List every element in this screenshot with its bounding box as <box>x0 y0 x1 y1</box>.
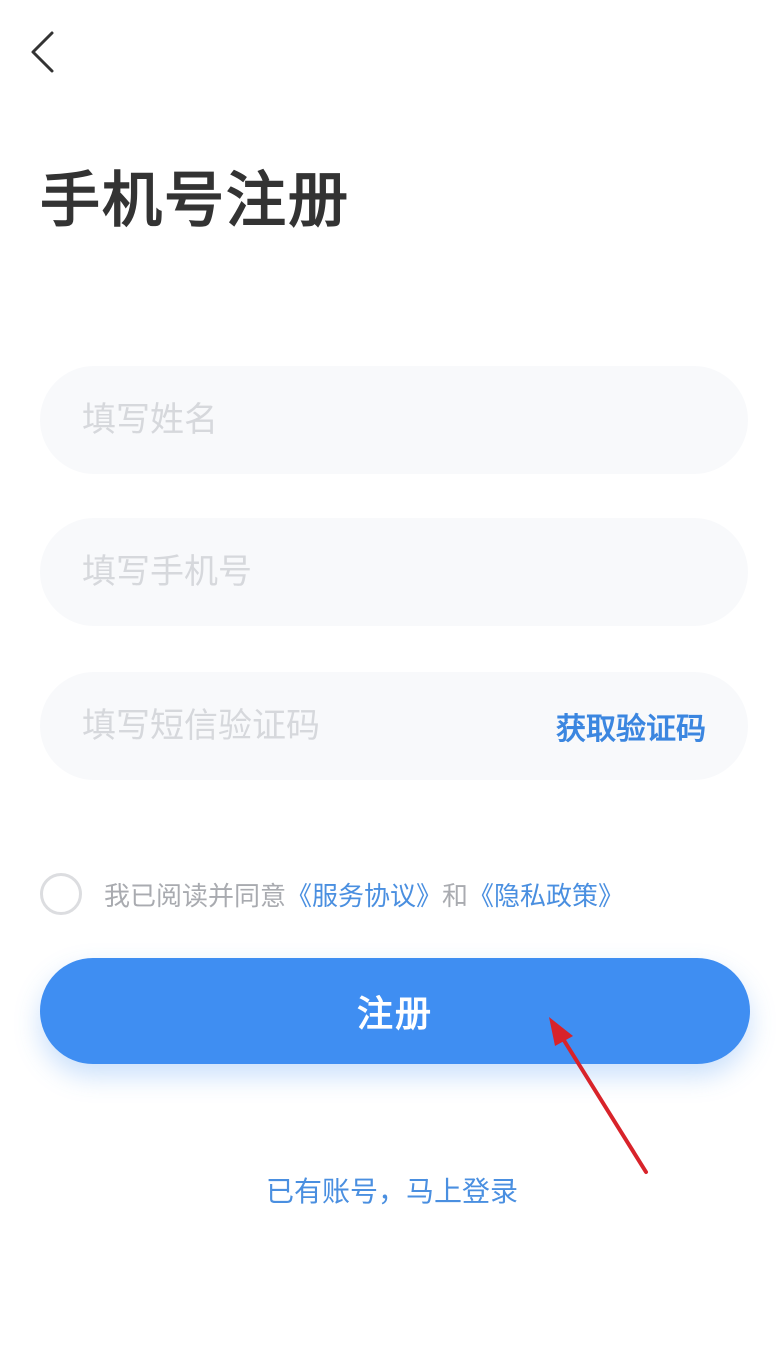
phone-input[interactable] <box>82 552 706 592</box>
page-title: 手机号注册 <box>40 166 350 236</box>
phone-field <box>40 518 748 626</box>
back-button[interactable] <box>18 24 66 80</box>
agreement-text: 我已阅读并同意 <box>104 881 287 912</box>
chevron-left-icon <box>31 31 54 73</box>
get-code-button[interactable]: 获取验证码 <box>556 704 706 748</box>
name-input[interactable] <box>82 400 706 440</box>
register-page: 手机号注册 获取验证码 我已阅读并同意 《服务协议》 和 《隐私政策》 注册 已… <box>0 0 784 1351</box>
register-button[interactable]: 注册 <box>40 958 750 1064</box>
agreement-conjunction: 和 <box>442 881 469 912</box>
privacy-policy-link[interactable]: 《隐私政策》 <box>468 876 624 913</box>
name-field <box>40 366 748 474</box>
sms-code-field: 获取验证码 <box>40 672 748 780</box>
service-agreement-link[interactable]: 《服务协议》 <box>286 876 442 913</box>
agreement-checkbox[interactable] <box>40 873 82 915</box>
sms-code-input[interactable] <box>82 706 544 746</box>
agreement-row: 我已阅读并同意 《服务协议》 和 《隐私政策》 <box>40 870 624 918</box>
login-link[interactable]: 已有账号，马上登录 <box>0 1170 784 1210</box>
